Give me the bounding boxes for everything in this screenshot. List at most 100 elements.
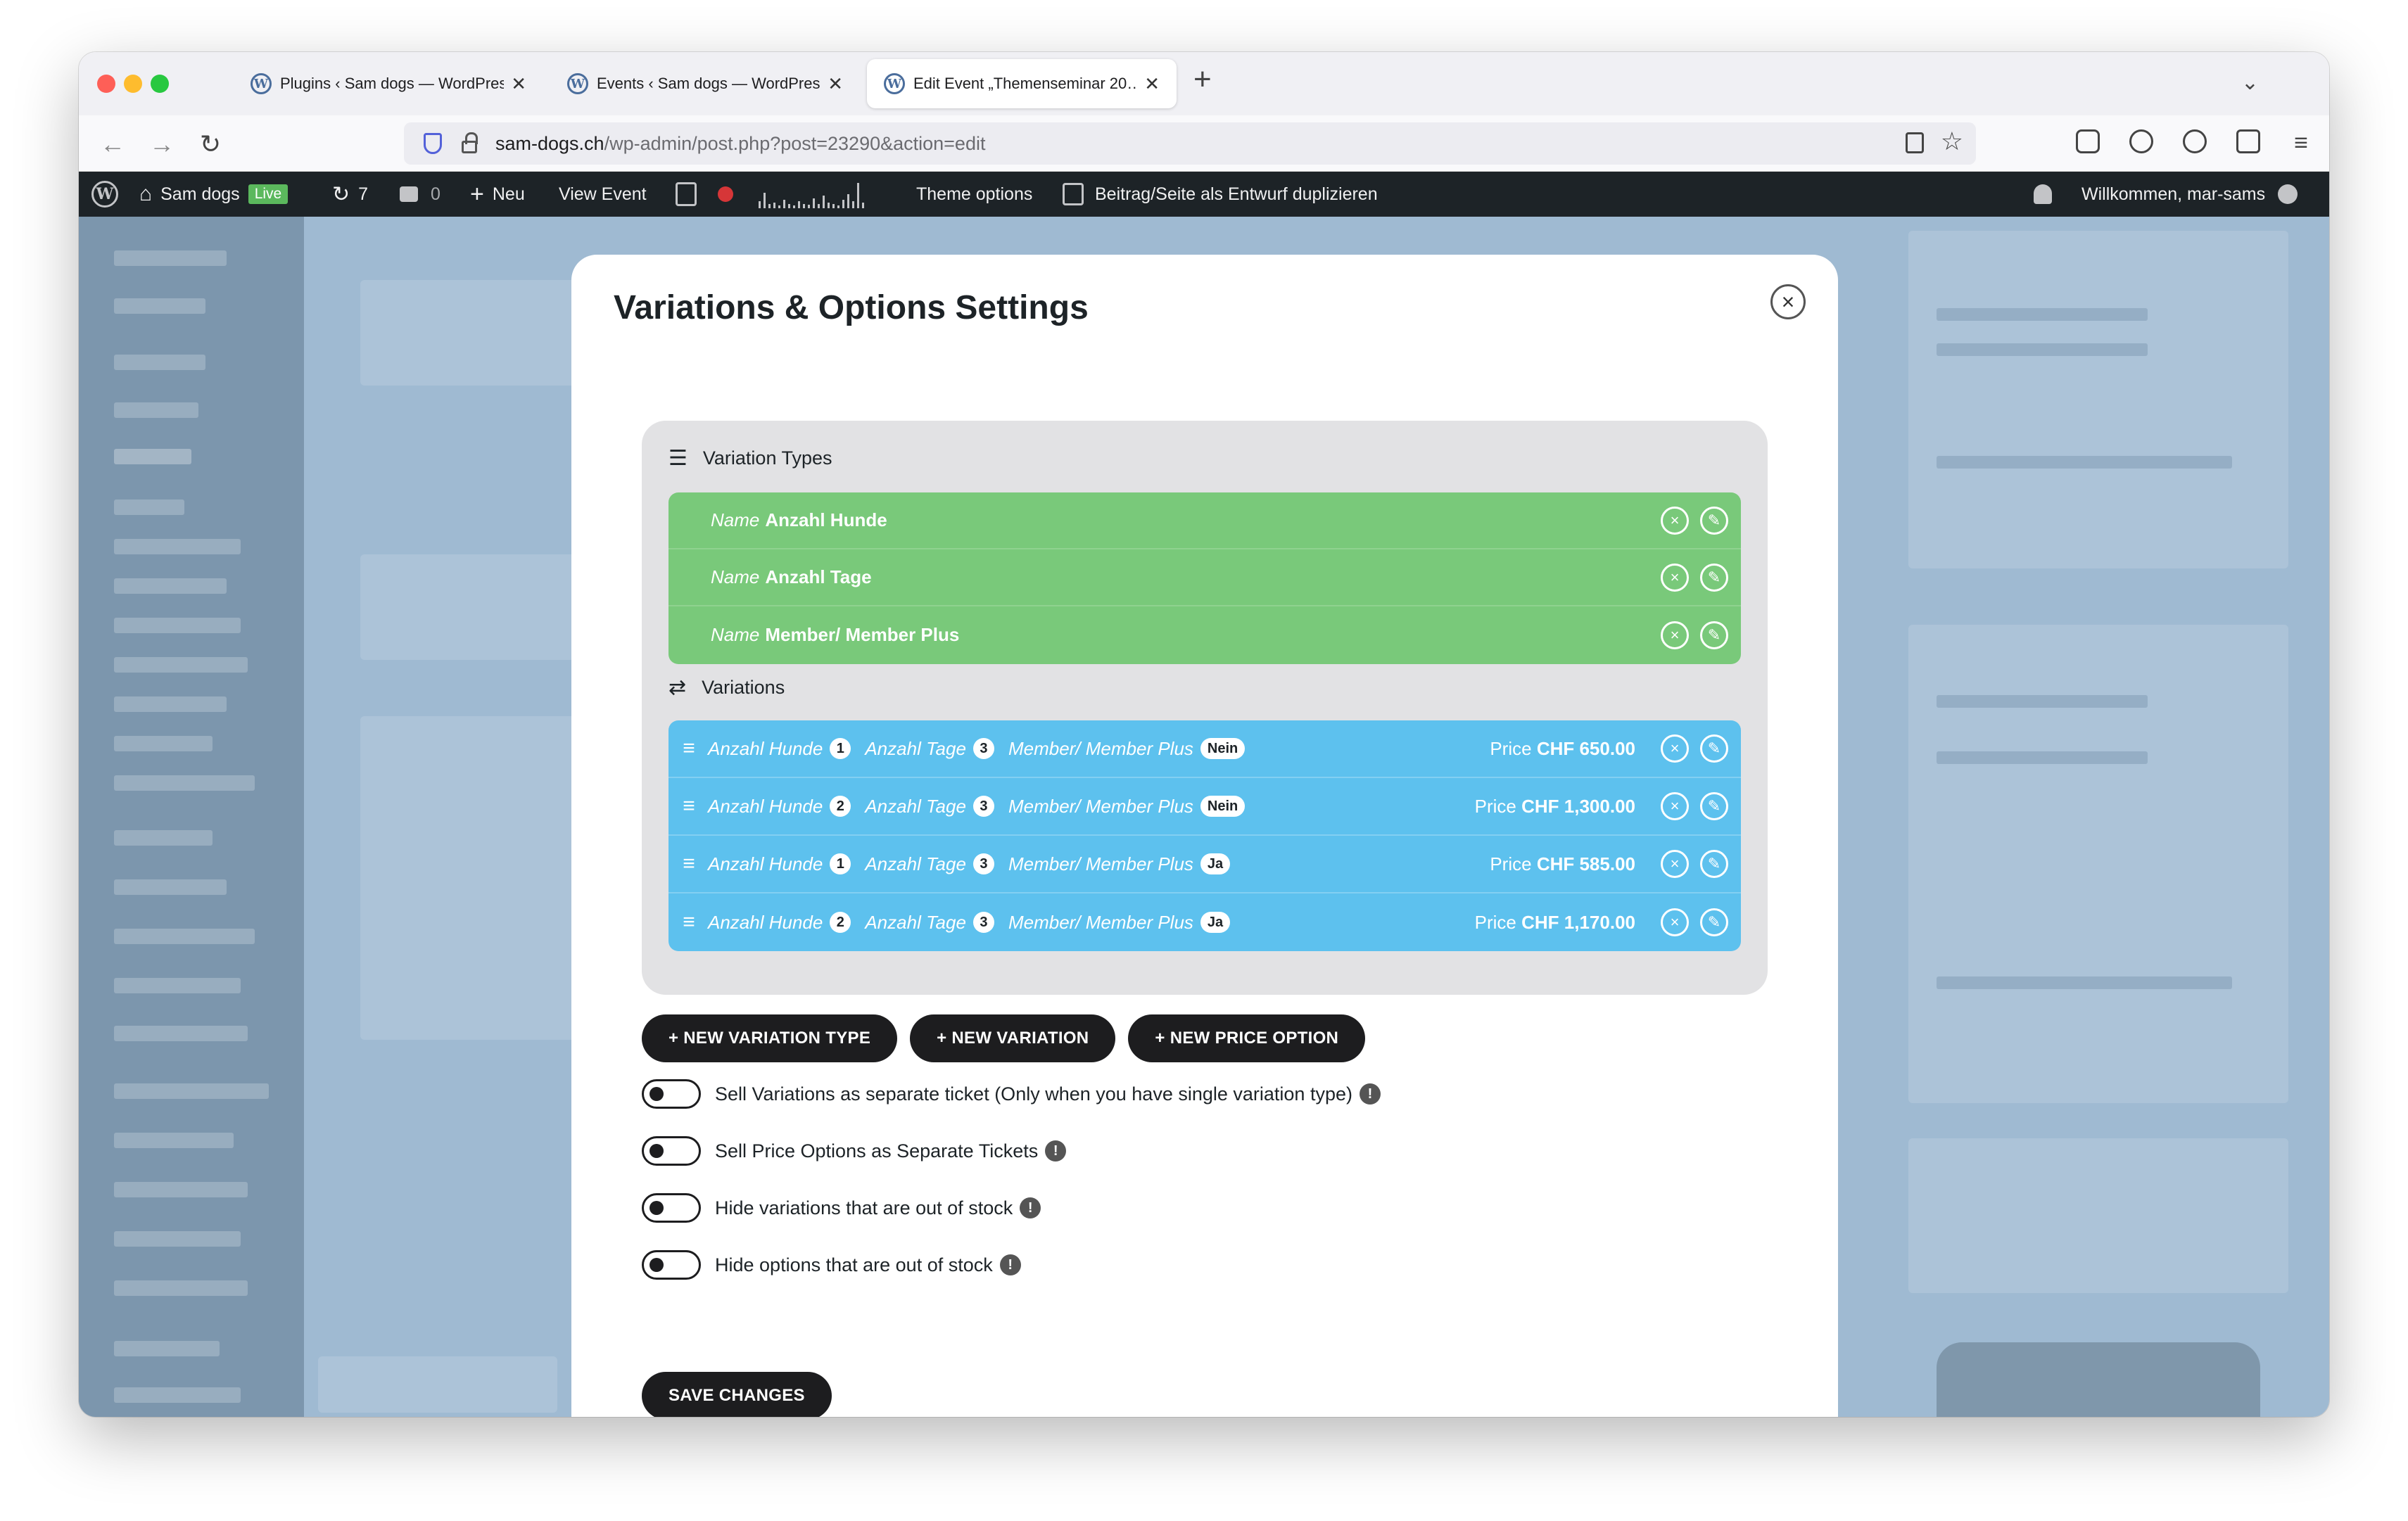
home-icon: ⌂	[139, 182, 153, 205]
edit-pencil-icon[interactable]: ✎	[1700, 563, 1728, 592]
drag-handle-icon[interactable]: ≡	[680, 910, 698, 934]
account-icon[interactable]	[2129, 129, 2153, 153]
new-price-option-button[interactable]: + NEW PRICE OPTION	[1128, 1014, 1366, 1062]
edit-pencil-icon[interactable]: ✎	[1700, 792, 1728, 820]
sidebar-item-placeholder	[114, 1231, 241, 1247]
url-path: /wp-admin/post.php?post=23290&action=edi…	[604, 132, 986, 154]
new-content-link[interactable]: + Neu	[470, 172, 525, 217]
tab-label: Plugins ‹ Sam dogs — WordPress	[280, 75, 505, 92]
lock-icon[interactable]	[462, 132, 478, 153]
sidebar-item-placeholder	[114, 830, 213, 846]
variation-row: ≡ Anzahl Hunde 1 Anzahl Tage 3 Member/ Mem…	[668, 836, 1741, 893]
address-bar[interactable]: sam-dogs.ch /wp-admin/post.php?post=2329…	[404, 122, 1976, 165]
extension-icon[interactable]	[2183, 129, 2207, 153]
toggle-label: Sell Variations as separate ticket (Only…	[715, 1083, 1352, 1105]
variation-attr-hunde: Anzahl Hunde 1	[708, 738, 851, 760]
variations-list: ≡ Anzahl Hunde 1 Anzahl Tage 3 Member/ Mem…	[668, 720, 1741, 951]
remove-icon[interactable]: ×	[1661, 908, 1689, 936]
hide-options-out-of-stock-toggle[interactable]	[642, 1250, 701, 1280]
variation-price: Price CHF 1,300.00	[1474, 795, 1635, 817]
variation-types-heading: Variation Types	[702, 447, 832, 469]
tab-close-icon[interactable]: ✕	[511, 73, 526, 95]
remove-icon[interactable]: ×	[1661, 734, 1689, 763]
toggle-label: Hide variations that are out of stock	[715, 1197, 1013, 1218]
remove-icon[interactable]: ×	[1661, 563, 1689, 592]
recording-dot-icon[interactable]	[718, 172, 733, 217]
variation-price: Price CHF 650.00	[1490, 737, 1635, 759]
share-icon[interactable]	[2236, 129, 2260, 153]
field-value: Member/ Member Plus	[765, 624, 960, 645]
tab-edit-event[interactable]: W Edit Event „Themenseminar 20… ✕	[867, 59, 1177, 108]
minimize-window-button[interactable]	[124, 75, 142, 93]
query-monitor-sparkline[interactable]	[759, 172, 864, 217]
tracking-shield-icon[interactable]	[424, 133, 442, 154]
edit-pencil-icon[interactable]: ✎	[1700, 908, 1728, 936]
background-text	[1937, 751, 2148, 764]
account-menu[interactable]: Willkommen, mar-sams	[2081, 172, 2298, 217]
drag-handle-icon[interactable]: ≡	[680, 794, 698, 818]
updates-link[interactable]: ↻ 7	[332, 172, 368, 217]
info-icon[interactable]: !	[1045, 1140, 1067, 1162]
edit-pencil-icon[interactable]: ✎	[1700, 734, 1728, 763]
duplicate-post-link[interactable]: Beitrag/Seite als Entwurf duplizieren	[1063, 172, 1378, 217]
reader-view-icon[interactable]	[1906, 132, 1924, 153]
forward-arrow-icon[interactable]: →	[149, 129, 175, 159]
info-icon[interactable]: !	[1359, 1083, 1381, 1105]
save-changes-button[interactable]: SAVE CHANGES	[642, 1372, 832, 1417]
remove-icon[interactable]: ×	[1661, 506, 1689, 535]
variation-attr-tage: Anzahl Tage 3	[865, 738, 994, 760]
field-value: Anzahl Tage	[765, 566, 872, 587]
edit-pencil-icon[interactable]: ✎	[1700, 621, 1728, 649]
tab-close-icon[interactable]: ✕	[828, 73, 843, 95]
yoast-seo-icon[interactable]	[676, 172, 697, 217]
theme-options-link[interactable]: Theme options	[916, 172, 1032, 217]
bookmark-star-icon[interactable]: ☆	[1941, 127, 1963, 156]
site-name-link[interactable]: ⌂ Sam dogs Live	[139, 172, 289, 217]
value-badge: 1	[830, 738, 851, 759]
field-label: Name	[711, 509, 760, 530]
hamburger-menu-icon[interactable]: ≡	[2294, 131, 2308, 155]
value-badge: 3	[972, 912, 994, 933]
edit-pencil-icon[interactable]: ✎	[1700, 506, 1728, 535]
comments-link[interactable]: 0	[400, 172, 441, 217]
close-window-button[interactable]	[97, 75, 115, 93]
zoom-window-button[interactable]	[151, 75, 169, 93]
drag-handle-icon[interactable]: ≡	[680, 852, 698, 876]
remove-icon[interactable]: ×	[1661, 621, 1689, 649]
view-event-link[interactable]: View Event	[559, 172, 647, 217]
tab-close-icon[interactable]: ✕	[1144, 73, 1160, 95]
sell-variations-separate-toggle[interactable]	[642, 1079, 701, 1109]
sell-price-options-separate-toggle[interactable]	[642, 1136, 701, 1166]
wordpress-logo-icon[interactable]: W	[91, 172, 118, 217]
new-tab-button[interactable]: +	[1193, 62, 1212, 97]
row-actions: × ✎	[1661, 836, 1728, 892]
back-arrow-icon[interactable]: ←	[100, 129, 125, 159]
reload-icon[interactable]: ↻	[200, 129, 221, 159]
drag-handle-icon[interactable]: ≡	[680, 737, 698, 760]
greeting: Willkommen, mar-sams	[2081, 184, 2266, 204]
value-badge: 1	[830, 853, 851, 874]
toggle-row-hide-variations: Hide variations that are out of stock !	[642, 1193, 1041, 1223]
variations-panel: ☰ Variation Types Name Anzahl Hunde × ✎ …	[642, 421, 1768, 995]
tab-list-chevron-icon[interactable]: ⌄	[2241, 70, 2259, 95]
sidebar-item-placeholder	[114, 736, 213, 751]
new-variation-type-button[interactable]: + NEW VARIATION TYPE	[642, 1014, 898, 1062]
close-icon[interactable]: ×	[1770, 284, 1806, 319]
row-actions: × ✎	[1661, 549, 1728, 605]
remove-icon[interactable]: ×	[1661, 792, 1689, 820]
new-label: Neu	[492, 184, 525, 204]
remove-icon[interactable]: ×	[1661, 850, 1689, 878]
notification-bell-icon[interactable]	[2034, 172, 2052, 217]
pocket-icon[interactable]	[2076, 129, 2100, 153]
duplicate-icon	[1063, 183, 1084, 205]
value-badge: Nein	[1200, 738, 1246, 759]
variation-row: ≡ Anzahl Hunde 2 Anzahl Tage 3 Member/ Mem…	[668, 893, 1741, 951]
info-icon[interactable]: !	[1020, 1197, 1041, 1218]
tab-plugins[interactable]: W Plugins ‹ Sam dogs — WordPress ✕	[234, 59, 543, 108]
edit-pencil-icon[interactable]: ✎	[1700, 850, 1728, 878]
new-variation-button[interactable]: + NEW VARIATION	[910, 1014, 1116, 1062]
info-icon[interactable]: !	[999, 1254, 1021, 1275]
hide-variations-out-of-stock-toggle[interactable]	[642, 1193, 701, 1223]
variation-attr-member: Member/ Member Plus Nein	[1008, 738, 1246, 760]
tab-events[interactable]: W Events ‹ Sam dogs — WordPress ✕	[550, 59, 860, 108]
